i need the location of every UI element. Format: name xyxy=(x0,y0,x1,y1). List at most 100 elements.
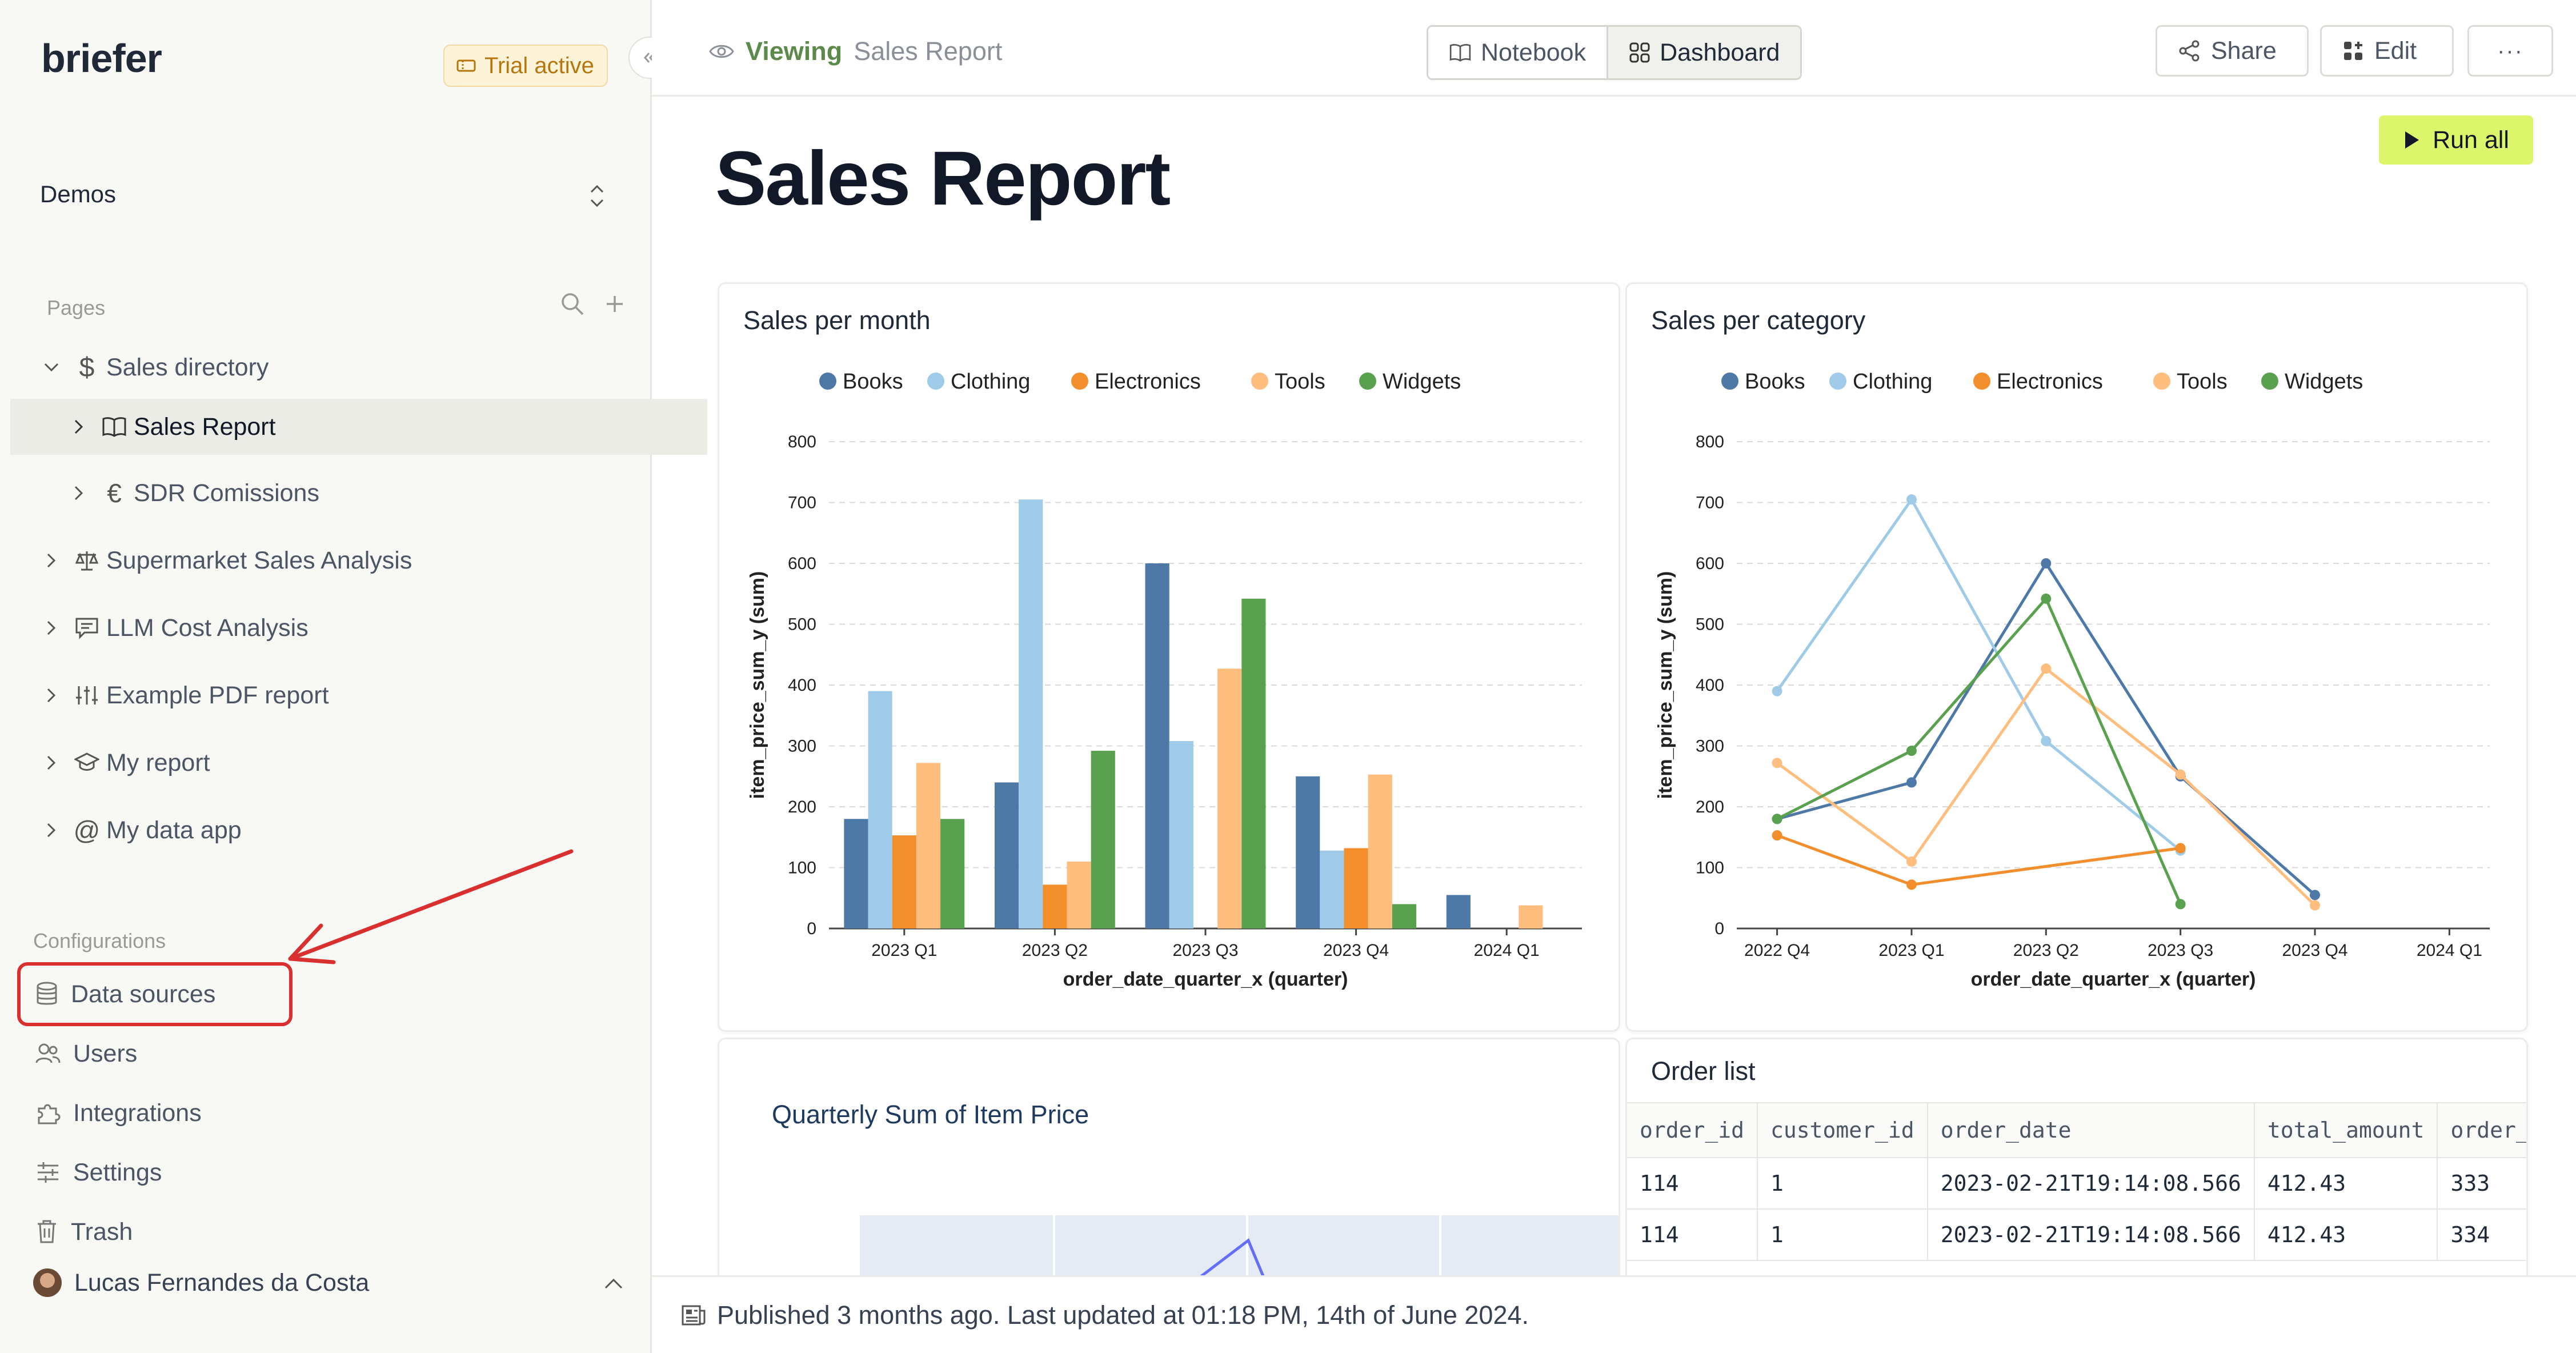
sidebar-item-label: My report xyxy=(106,748,210,776)
column-header[interactable]: order_ xyxy=(2437,1102,2526,1158)
table-cell: 2023-02-21T19:14:08.566 xyxy=(1927,1158,2255,1210)
legend-marker xyxy=(1071,373,1088,390)
book-icon xyxy=(1449,43,1472,62)
y-tick-label: 200 xyxy=(1696,798,1724,816)
chevron-right-icon[interactable] xyxy=(67,418,90,435)
bar xyxy=(1296,776,1320,928)
legend-marker xyxy=(819,373,836,390)
chevron-up-down-icon[interactable] xyxy=(588,182,606,210)
sidebar-item-my-report[interactable]: My report xyxy=(10,735,680,791)
data-point xyxy=(2175,769,2186,780)
plus-icon[interactable] xyxy=(604,294,625,314)
grid-icon xyxy=(1629,42,1650,63)
share-button[interactable]: Share xyxy=(2156,25,2309,77)
x-axis-title: order_date_quarter_x (quarter) xyxy=(1063,968,1348,990)
table-cell: 333 xyxy=(2437,1158,2526,1210)
x-tick-label: 2023 Q2 xyxy=(1022,941,1088,960)
chevron-right-icon[interactable] xyxy=(67,485,90,502)
column-header[interactable]: total_amount xyxy=(2254,1102,2438,1158)
table-cell: 114 xyxy=(1627,1158,1758,1210)
sidebar-item-sdr-comissions[interactable]: € SDR Comissions xyxy=(10,465,707,521)
y-tick-label: 0 xyxy=(807,919,816,938)
run-all-button[interactable]: Run all xyxy=(2379,115,2533,165)
x-tick-label: 2024 Q1 xyxy=(2417,941,2482,960)
trial-badge[interactable]: Trial active xyxy=(443,45,608,87)
sidebar-item-llm-cost-analysis[interactable]: LLM Cost Analysis xyxy=(10,600,680,656)
legend-marker xyxy=(1721,373,1738,390)
sidebar-item-label: LLM Cost Analysis xyxy=(106,614,309,642)
data-point xyxy=(1906,777,1917,788)
data-point xyxy=(2175,899,2186,910)
notebook-mode-label: Notebook xyxy=(1481,38,1587,66)
data-point xyxy=(1772,686,1782,696)
book-icon xyxy=(102,414,127,439)
y-tick-label: 100 xyxy=(1696,859,1724,878)
y-tick-label: 700 xyxy=(1696,494,1724,513)
legend-label: Tools xyxy=(2177,370,2228,394)
data-point xyxy=(1906,856,1917,867)
legend-marker xyxy=(1251,373,1268,390)
y-tick-label: 700 xyxy=(788,494,816,513)
series-line xyxy=(1776,562,2316,896)
users-icon xyxy=(35,1042,61,1065)
x-tick-label: 2023 Q4 xyxy=(1323,941,1389,960)
at-icon: @ xyxy=(73,815,101,845)
series-line xyxy=(1776,834,2181,886)
search-icon[interactable] xyxy=(560,291,585,317)
legend-marker xyxy=(927,373,944,390)
sliders-icon xyxy=(74,683,99,708)
column-header[interactable]: order_date xyxy=(1927,1102,2255,1158)
workspace-selector[interactable]: Demos xyxy=(40,181,116,208)
y-tick-label: 400 xyxy=(788,676,816,695)
column-header[interactable]: order_id xyxy=(1627,1102,1758,1158)
chevron-right-icon[interactable] xyxy=(40,822,63,839)
legend-marker xyxy=(2261,373,2278,390)
annotation-arrow xyxy=(288,849,574,964)
sidebar-item-settings[interactable]: Settings xyxy=(35,1150,162,1195)
sidebar-item-label: My data app xyxy=(106,816,242,844)
trial-badge-label: Trial active xyxy=(484,53,594,78)
sidebar-item-label: Users xyxy=(73,1039,138,1067)
edit-button[interactable]: Edit xyxy=(2320,25,2454,77)
column-header[interactable]: customer_id xyxy=(1757,1102,1928,1158)
dashboard-mode-button[interactable]: Dashboard xyxy=(1607,27,1801,78)
chevron-right-icon[interactable] xyxy=(40,754,63,771)
sidebar-item-sales-directory[interactable]: $ Sales directory xyxy=(10,339,680,395)
chevron-right-icon[interactable] xyxy=(40,687,63,704)
sidebar-item-supermarket-sales-analysis[interactable]: Supermarket Sales Analysis xyxy=(10,533,680,589)
bar xyxy=(1043,884,1067,928)
sidebar: briefer Trial active Demos Pages $ Sales… xyxy=(0,0,707,1353)
legend-label: Books xyxy=(1745,370,1805,394)
y-tick-label: 500 xyxy=(1696,615,1724,634)
y-tick-label: 300 xyxy=(1696,737,1724,756)
viewing-indicator: Viewing Sales Report xyxy=(709,37,1002,66)
chevron-right-icon[interactable] xyxy=(40,619,63,637)
sidebar-item-label: Trash xyxy=(71,1218,133,1246)
chevron-right-icon[interactable] xyxy=(40,552,63,569)
chevron-down-icon[interactable] xyxy=(40,362,63,373)
sidebar-item-users[interactable]: Users xyxy=(35,1031,137,1076)
dashboard-mode-label: Dashboard xyxy=(1660,38,1780,66)
more-options-button[interactable]: ··· xyxy=(2467,25,2553,77)
data-point xyxy=(2310,900,2321,911)
notebook-mode-button[interactable]: Notebook xyxy=(1428,27,1607,78)
y-tick-label: 800 xyxy=(1696,433,1724,451)
legend-marker xyxy=(2153,373,2170,390)
ticket-icon xyxy=(456,57,476,74)
pages-section-label: Pages xyxy=(47,296,106,319)
legend-marker xyxy=(1359,373,1376,390)
settings-sliders-icon xyxy=(35,1161,61,1184)
graduation-cap-icon xyxy=(74,750,99,775)
bar xyxy=(994,782,1019,928)
sidebar-item-example-pdf-report[interactable]: Example PDF report xyxy=(10,667,680,723)
sidebar-item-trash[interactable]: Trash xyxy=(35,1209,133,1255)
x-tick-label: 2022 Q4 xyxy=(1744,941,1810,960)
sidebar-item-integrations[interactable]: Integrations xyxy=(35,1090,202,1136)
table-row: 114 1 2023-02-21T19:14:08.566 412.43 334 xyxy=(1627,1209,2526,1261)
sales-per-category-chart: Books Clothing Electronics Tools Widgets 0 100… xyxy=(1654,370,2490,990)
sidebar-item-sales-report[interactable]: Sales Report xyxy=(10,399,707,455)
data-point xyxy=(1906,494,1917,505)
table-cell: 2023-02-21T19:14:08.566 xyxy=(1927,1209,2255,1261)
user-menu[interactable]: Lucas Fernandes da Costa xyxy=(33,1268,369,1297)
chevron-up-icon[interactable] xyxy=(603,1278,624,1290)
